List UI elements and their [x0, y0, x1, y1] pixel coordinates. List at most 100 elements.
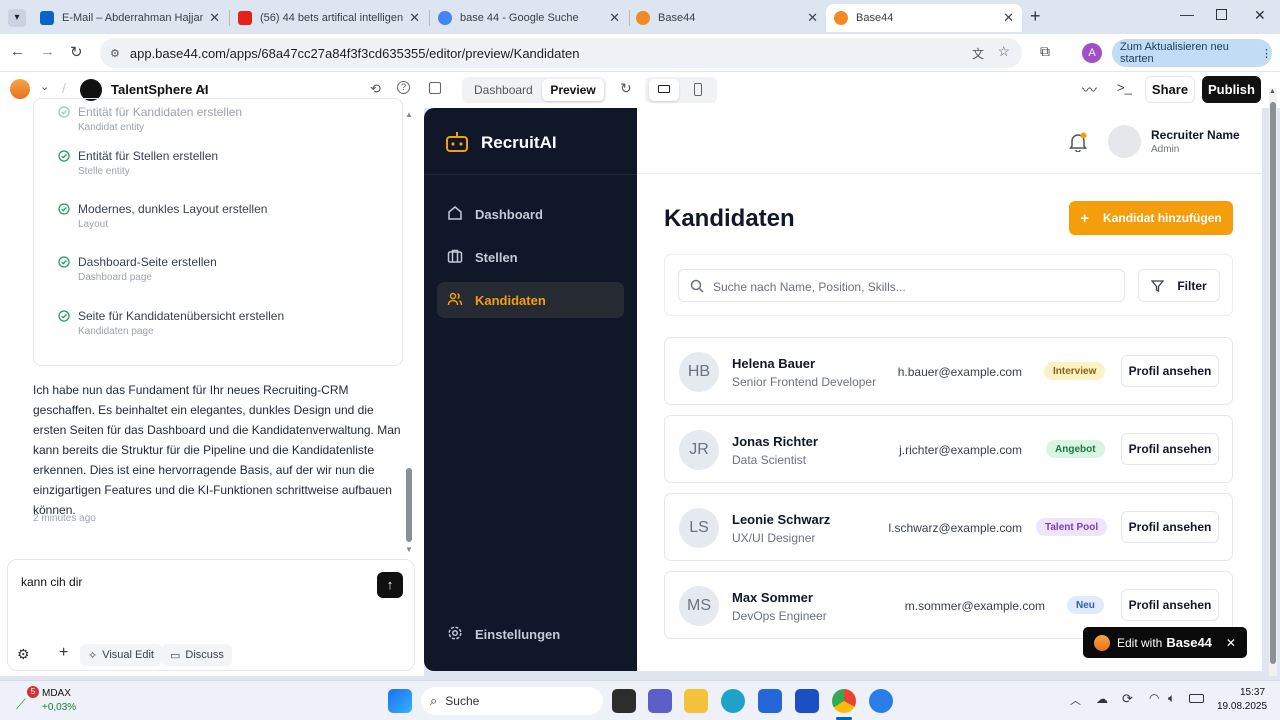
teams-icon[interactable]	[648, 689, 672, 713]
send-button[interactable]: ↑	[377, 572, 403, 598]
view-profile-button[interactable]: Profil ansehen	[1121, 511, 1219, 543]
mode-dashboard-tab[interactable]: Dashboard	[474, 83, 533, 97]
app-name[interactable]: TalentSphere AI	[111, 82, 209, 97]
stock-change: +0,03%	[42, 702, 77, 713]
address-bar[interactable]: ⚙ app.base44.com/apps/68a47cc27a84f3f3cd…	[100, 38, 1022, 68]
sidebar-toggle-icon[interactable]	[429, 82, 441, 94]
edit-with-base44-badge[interactable]: Edit with Base44 ✕	[1083, 627, 1247, 658]
history-icon[interactable]: ⟲	[370, 81, 381, 97]
translate-icon[interactable]: 文	[972, 45, 984, 62]
new-tab-button[interactable]: +	[1030, 6, 1041, 27]
task-view-icon[interactable]	[612, 689, 636, 713]
wifi-icon[interactable]: ◠	[1149, 691, 1159, 705]
user-avatar[interactable]	[1108, 125, 1141, 158]
blue-app-icon[interactable]	[869, 689, 893, 713]
candidate-avatar: HB	[679, 352, 719, 392]
chat-scroll-up-icon[interactable]: ▲	[405, 110, 413, 119]
volume-icon[interactable]: 🔈︎	[1168, 691, 1175, 706]
add-candidate-button[interactable]: + Kandidat hinzufügen	[1069, 201, 1233, 235]
desktop-view-icon[interactable]	[649, 79, 679, 101]
close-window-icon[interactable]: ✕	[1254, 7, 1266, 24]
chat-scrollbar-thumb[interactable]	[406, 468, 412, 542]
bookmark-star-icon[interactable]: ☆	[997, 43, 1010, 60]
browser-tab-google[interactable]: base 44 - Google Suche ✕	[430, 4, 628, 32]
tab-close-icon[interactable]: ✕	[1003, 10, 1014, 26]
page-scrollbar-thumb[interactable]	[1270, 102, 1276, 664]
stock-widget[interactable]: ⟋ 5 MDAX +0,03%	[14, 686, 94, 716]
app-sidebar: RecruitAI Dashboard Stellen Kandidaten E…	[424, 108, 637, 671]
view-profile-button[interactable]: Profil ansehen	[1121, 589, 1219, 621]
candidate-name[interactable]: Jonas Richter	[732, 434, 818, 449]
app-icon[interactable]	[795, 689, 819, 713]
maximize-icon[interactable]	[1216, 9, 1227, 20]
browser-tab-base44-active[interactable]: Base44 ✕	[826, 4, 1022, 32]
nav-item-settings[interactable]: Einstellungen	[437, 616, 624, 652]
tab-search-icon[interactable]: ▾	[8, 9, 26, 27]
tab-close-icon[interactable]: ✕	[409, 10, 420, 26]
store-icon[interactable]	[758, 689, 782, 713]
chrome-icon[interactable]	[832, 689, 856, 713]
refresh-preview-icon[interactable]: ↻	[620, 80, 632, 97]
chat-input[interactable]: kann cih dir	[21, 575, 82, 589]
extensions-icon[interactable]: ⧉	[1040, 43, 1050, 60]
reload-icon[interactable]: ↻	[70, 43, 83, 61]
view-profile-button[interactable]: Profil ansehen	[1121, 433, 1219, 465]
add-attachment-icon[interactable]: +	[59, 644, 68, 662]
tray-chevron-icon[interactable]: ︿	[1070, 692, 1081, 708]
tab-close-icon[interactable]: ✕	[807, 10, 818, 26]
nav-item-stellen[interactable]: Stellen	[437, 239, 624, 275]
chevron-down-icon[interactable]: ⌄	[40, 80, 49, 93]
share-button[interactable]: Share	[1145, 76, 1195, 103]
sync-icon[interactable]: ⟳	[1122, 691, 1133, 707]
filter-button[interactable]: Filter	[1138, 269, 1220, 302]
base44-logo[interactable]	[10, 79, 30, 99]
minimize-icon[interactable]: —	[1180, 6, 1194, 22]
onedrive-icon[interactable]: ☁	[1096, 692, 1108, 706]
app-switcher-chevron-icon[interactable]: ⌄	[199, 80, 208, 93]
nav-item-dashboard[interactable]: Dashboard	[437, 196, 624, 232]
tab-close-icon[interactable]: ✕	[209, 10, 220, 26]
forward-icon[interactable]: →	[40, 43, 55, 60]
candidate-card: LS Leonie Schwarz UX/UI Designer l.schwa…	[664, 493, 1233, 561]
candidate-name[interactable]: Max Sommer	[732, 590, 813, 605]
browser-tab-youtube[interactable]: (56) 44 bets artifical intelligence ✕	[230, 4, 428, 32]
activity-icon[interactable]: 〰	[1082, 79, 1097, 100]
bell-icon[interactable]	[1069, 132, 1087, 152]
update-restart-button[interactable]: Zum Aktualisieren neu starten ⋮	[1112, 39, 1272, 67]
help-icon[interactable]: ?	[397, 81, 410, 94]
view-profile-button[interactable]: Profil ansehen	[1121, 355, 1219, 387]
visual-edit-button[interactable]: ✧ Visual Edit	[80, 644, 162, 666]
edge-icon[interactable]	[721, 689, 745, 713]
tab-close-icon[interactable]: ✕	[609, 10, 620, 26]
publish-button[interactable]: Publish	[1202, 76, 1261, 103]
mobile-view-icon[interactable]	[694, 83, 702, 96]
candidate-name[interactable]: Leonie Schwarz	[732, 512, 830, 527]
browser-tab-base44[interactable]: Base44 ✕	[628, 4, 826, 32]
more-menu-icon[interactable]: ⋮	[1261, 47, 1272, 60]
clock-date[interactable]: 19.08.2025	[1217, 701, 1267, 712]
chat-scroll-down-icon[interactable]: ▼	[405, 545, 413, 554]
candidate-name[interactable]: Helena Bauer	[732, 356, 815, 371]
discuss-button[interactable]: ▭ Discuss	[162, 644, 232, 666]
settings-icon[interactable]: ⚙	[17, 646, 30, 663]
close-icon[interactable]: ✕	[1226, 636, 1236, 650]
battery-icon[interactable]	[1189, 694, 1204, 703]
task-item: Entität für Kandidaten erstellen Kandida…	[58, 105, 242, 133]
profile-avatar[interactable]: A	[1082, 43, 1102, 63]
browser-tab-mail[interactable]: E-Mail – Abderrahman Hajjam - ✕	[32, 4, 228, 32]
mode-preview-tab[interactable]: Preview	[542, 79, 604, 101]
file-explorer-icon[interactable]	[684, 689, 708, 713]
nav-item-kandidaten[interactable]: Kandidaten	[437, 282, 624, 318]
site-info-icon[interactable]: ⚙	[110, 47, 120, 60]
page-scrollbar[interactable]: ▲	[1269, 88, 1277, 676]
clock-time[interactable]: 15:37	[1240, 687, 1265, 698]
back-icon[interactable]: ←	[10, 43, 25, 60]
search-input[interactable]: Suche nach Name, Position, Skills...	[678, 269, 1125, 302]
status-badge: Talent Pool	[1036, 518, 1108, 536]
terminal-icon[interactable]: >_	[1117, 80, 1132, 95]
windows-start-icon[interactable]	[388, 689, 412, 713]
taskbar-search[interactable]: ⌕ Suche	[421, 687, 603, 715]
filter-icon	[1151, 279, 1165, 292]
candidate-email: l.schwarz@example.com	[888, 521, 1022, 535]
scroll-up-icon[interactable]: ▲	[1269, 88, 1276, 95]
